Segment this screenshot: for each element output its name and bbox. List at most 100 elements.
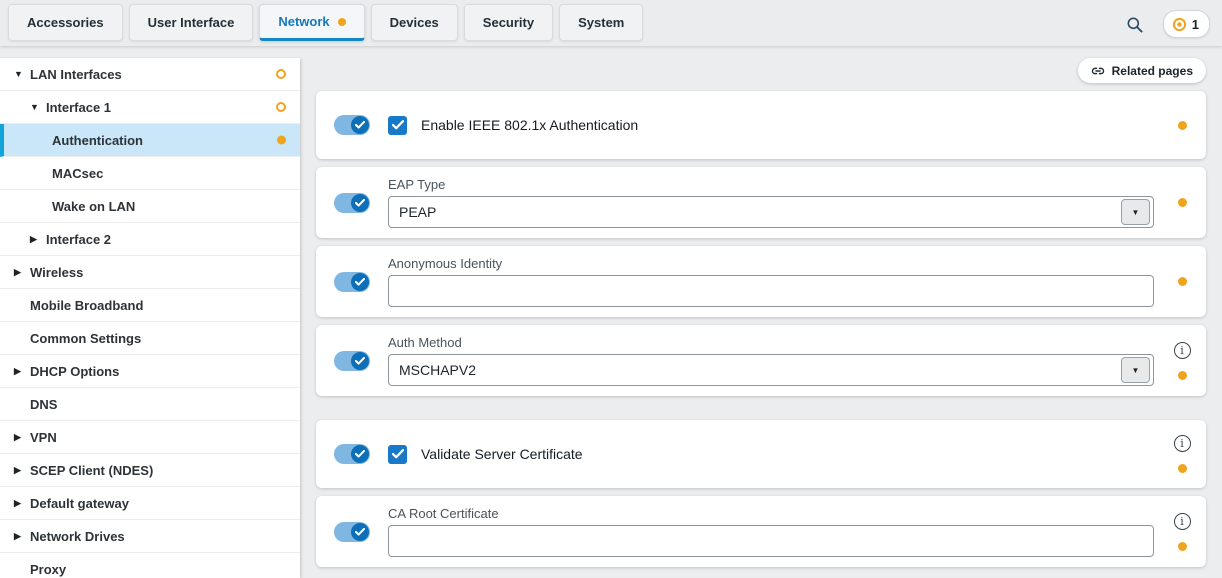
sidebar-item-scep-client-ndes[interactable]: ▶SCEP Client (NDES): [0, 454, 300, 487]
toggle-zone: [316, 351, 388, 371]
toggle-zone: [316, 272, 388, 292]
toggle-check-icon: [351, 273, 369, 291]
select-value-input[interactable]: [389, 355, 1121, 385]
sidebar-item-label: SCEP Client (NDES): [30, 463, 153, 478]
info-icon[interactable]: i: [1174, 435, 1191, 452]
collapse-icon[interactable]: ▼: [14, 70, 28, 79]
sidebar-item-vpn[interactable]: ▶VPN: [0, 421, 300, 454]
pending-changes-icon: [1172, 17, 1187, 32]
setting-enabled-toggle[interactable]: [334, 272, 370, 292]
select-value-input[interactable]: [389, 197, 1121, 227]
setting-enabled-toggle[interactable]: [334, 522, 370, 542]
sidebar-item-label: LAN Interfaces: [30, 67, 122, 82]
expand-icon[interactable]: ▶: [14, 268, 28, 277]
checkbox-row[interactable]: Validate Server Certificate: [388, 445, 1154, 464]
card-indicators: [1158, 121, 1206, 130]
field-label: EAP Type: [388, 177, 1154, 192]
card-indicators: i: [1158, 513, 1206, 551]
field-label: Auth Method: [388, 335, 1154, 350]
tab-label: Devices: [390, 15, 439, 30]
unsaved-changes-indicator: [1178, 277, 1187, 286]
setting-enabled-toggle[interactable]: [334, 115, 370, 135]
sidebar-item-wireless[interactable]: ▶Wireless: [0, 256, 300, 289]
sidebar-item-label: Wireless: [30, 265, 83, 280]
main-header: Related pages: [316, 46, 1206, 91]
expand-icon[interactable]: ▶: [14, 433, 28, 442]
unsaved-changes-indicator: [1178, 121, 1187, 130]
sidebar-item-lan-interfaces[interactable]: ▼LAN Interfaces: [0, 58, 300, 91]
setting-card-auth-method: Auth Method ▼ i: [316, 325, 1206, 396]
sidebar-item-dhcp-options[interactable]: ▶DHCP Options: [0, 355, 300, 388]
tab-network[interactable]: Network: [259, 4, 364, 41]
search-icon[interactable]: [1123, 12, 1147, 36]
dropdown-arrow-button[interactable]: ▼: [1121, 357, 1150, 383]
checkbox-row[interactable]: Enable IEEE 802.1x Authentication: [388, 116, 1154, 135]
toggle-check-icon: [351, 523, 369, 541]
text-input[interactable]: [389, 526, 1153, 556]
unsaved-changes-indicator: [276, 69, 286, 79]
unsaved-changes-indicator: [277, 136, 286, 145]
card-body: Enable IEEE 802.1x Authentication: [388, 106, 1158, 145]
setting-card-enable-ieee-802-1x-authentication: Enable IEEE 802.1x Authentication: [316, 91, 1206, 159]
tab-bar: AccessoriesUser Interface Network Devices S…: [0, 0, 643, 41]
sidebar-item-macsec[interactable]: MACsec: [0, 157, 300, 190]
tab-label: Network: [278, 14, 329, 29]
main-content: Related pages Enable IEEE 802.1x Authent…: [300, 46, 1222, 578]
sidebar-item-interface-1[interactable]: ▼Interface 1: [0, 91, 300, 124]
unsaved-changes-indicator: [276, 102, 286, 112]
sidebar-item-mobile-broadband[interactable]: Mobile Broadband: [0, 289, 300, 322]
info-icon[interactable]: i: [1174, 342, 1191, 359]
checkbox[interactable]: [388, 445, 407, 464]
setting-enabled-toggle[interactable]: [334, 351, 370, 371]
tab-system[interactable]: System: [559, 4, 643, 41]
sidebar-item-label: Interface 2: [46, 232, 111, 247]
sidebar-item-label: DNS: [30, 397, 57, 412]
sidebar-item-default-gateway[interactable]: ▶Default gateway: [0, 487, 300, 520]
sidebar-item-wake-on-lan[interactable]: Wake on LAN: [0, 190, 300, 223]
pending-changes-badge[interactable]: 1: [1163, 10, 1210, 38]
tab-security[interactable]: Security: [464, 4, 553, 41]
expand-icon[interactable]: ▶: [14, 367, 28, 376]
field-label: CA Root Certificate: [388, 506, 1154, 521]
checkbox-label: Validate Server Certificate: [421, 446, 583, 462]
expand-icon[interactable]: ▶: [14, 499, 28, 508]
sidebar-item-proxy[interactable]: Proxy: [0, 553, 300, 578]
card-body: Anonymous Identity: [388, 246, 1158, 317]
collapse-icon[interactable]: ▼: [30, 103, 44, 112]
text-input[interactable]: [389, 276, 1153, 306]
tab-accessories[interactable]: Accessories: [8, 4, 123, 41]
checkbox[interactable]: [388, 116, 407, 135]
setting-enabled-toggle[interactable]: [334, 444, 370, 464]
sidebar-item-dns[interactable]: DNS: [0, 388, 300, 421]
link-icon: [1091, 64, 1105, 78]
card-body: CA Root Certificate: [388, 496, 1158, 567]
select-field: ▼: [388, 196, 1154, 228]
setting-card-eap-type: EAP Type ▼: [316, 167, 1206, 238]
toggle-check-icon: [351, 352, 369, 370]
sidebar-item-label: Interface 1: [46, 100, 111, 115]
sidebar-item-label: Authentication: [52, 133, 143, 148]
dropdown-arrow-button[interactable]: ▼: [1121, 199, 1150, 225]
sidebar-item-network-drives[interactable]: ▶Network Drives: [0, 520, 300, 553]
related-pages-button[interactable]: Related pages: [1078, 58, 1206, 83]
card-indicators: i: [1158, 342, 1206, 380]
top-navigation-bar: AccessoriesUser Interface Network Devices S…: [0, 0, 1222, 46]
toggle-zone: [316, 444, 388, 464]
expand-icon[interactable]: ▶: [14, 532, 28, 541]
tab-devices[interactable]: Devices: [371, 4, 458, 41]
text-field: [388, 275, 1154, 307]
tab-user-interface[interactable]: User Interface: [129, 4, 254, 41]
expand-icon[interactable]: ▶: [14, 466, 28, 475]
sidebar-item-label: MACsec: [52, 166, 103, 181]
setting-enabled-toggle[interactable]: [334, 193, 370, 213]
expand-icon[interactable]: ▶: [30, 235, 44, 244]
unsaved-changes-dot: [338, 18, 346, 26]
sidebar-item-authentication[interactable]: Authentication: [0, 124, 300, 157]
setting-card-ca-root-certificate: CA Root Certificate i: [316, 496, 1206, 567]
info-icon[interactable]: i: [1174, 513, 1191, 530]
sidebar-item-label: Common Settings: [30, 331, 141, 346]
text-field: [388, 525, 1154, 557]
setting-card-validate-server-certificate: Validate Server Certificate i: [316, 420, 1206, 488]
sidebar-item-interface-2[interactable]: ▶Interface 2: [0, 223, 300, 256]
sidebar-item-common-settings[interactable]: Common Settings: [0, 322, 300, 355]
